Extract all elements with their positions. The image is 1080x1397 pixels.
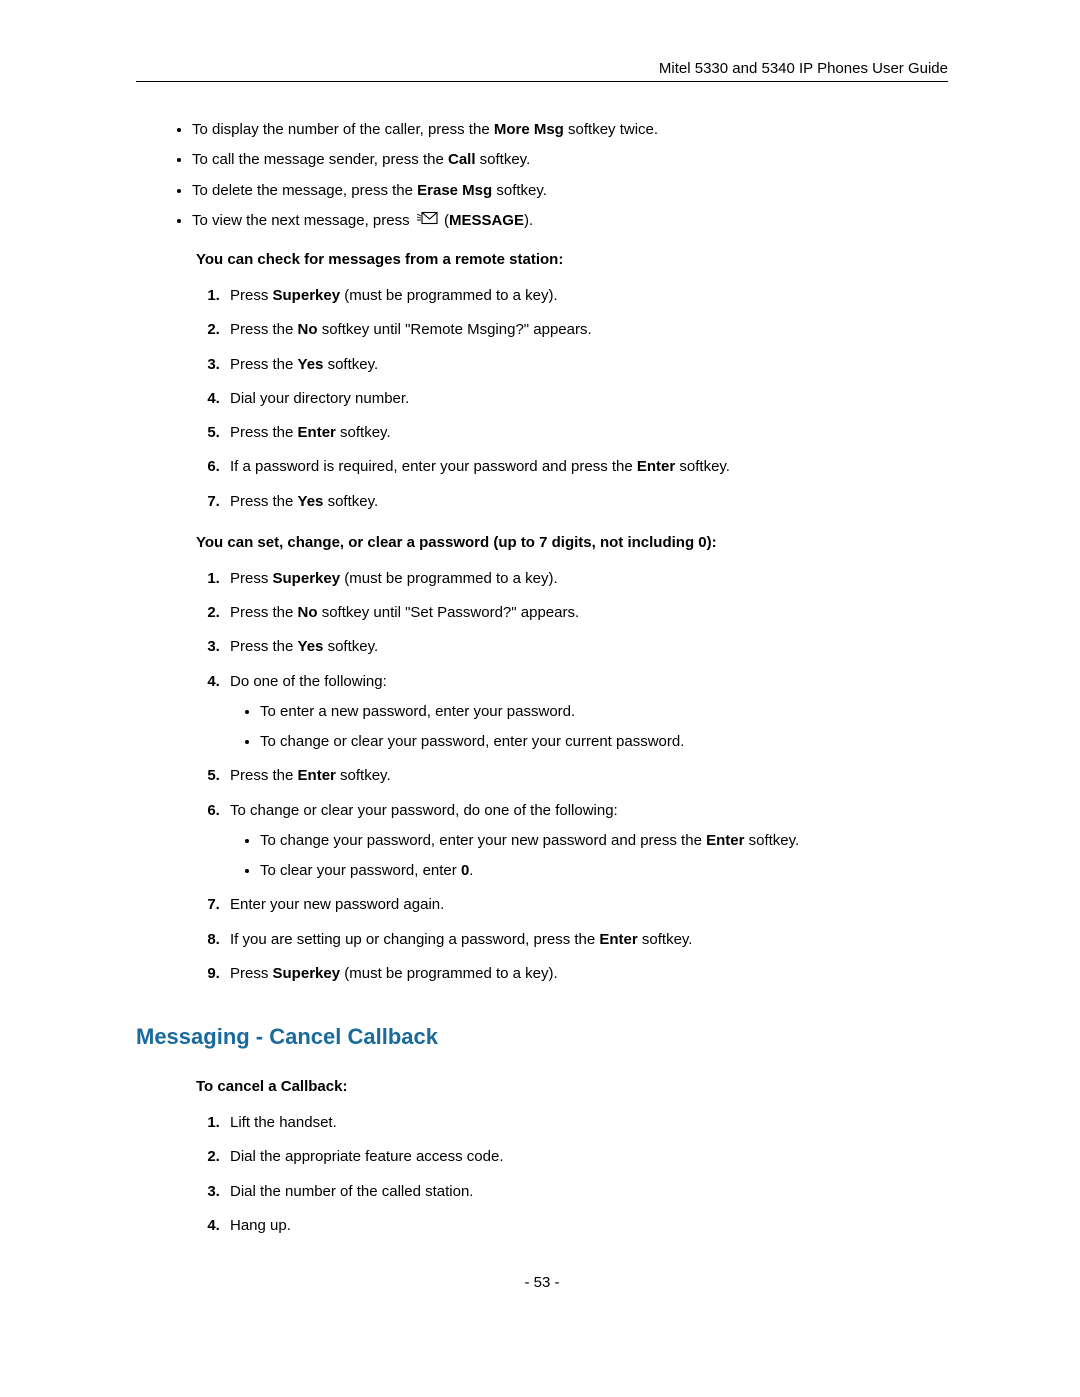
list-item: Press the Enter softkey. [224,423,948,443]
intro-bullets: To display the number of the caller, pre… [136,120,948,231]
list-item: Dial the appropriate feature access code… [224,1147,948,1167]
list-item: If you are setting up or changing a pass… [224,930,948,950]
list-item: To delete the message, press the Erase M… [192,181,948,201]
list-item: Press the No softkey until "Remote Msgin… [224,320,948,340]
header-title: Mitel 5330 and 5340 IP Phones User Guide [136,60,948,77]
list-item: Lift the handset. [224,1113,948,1133]
steps-cancel-callback: Lift the handset. Dial the appropriate f… [196,1113,948,1236]
steps-password: Press Superkey (must be programmed to a … [196,569,948,984]
list-item: Press the No softkey until "Set Password… [224,603,948,623]
list-item: To clear your password, enter 0. [260,861,948,881]
list-item: To view the next message, press (MESSAGE… [192,211,948,231]
list-item: Press the Yes softkey. [224,355,948,375]
page-number: - 53 - [136,1274,948,1291]
list-item: Dial your directory number. [224,389,948,409]
list-item: Press the Yes softkey. [224,492,948,512]
list-item: Do one of the following: To enter a new … [224,672,948,753]
sub-bullets: To change your password, enter your new … [230,831,948,882]
list-item: To display the number of the caller, pre… [192,120,948,140]
list-item: Press the Enter softkey. [224,766,948,786]
page-content: Mitel 5330 and 5340 IP Phones User Guide… [0,0,1080,1331]
list-item: Dial the number of the called station. [224,1182,948,1202]
list-item: To change or clear your password, enter … [260,732,948,752]
list-item: Press Superkey (must be programmed to a … [224,569,948,589]
list-item: If a password is required, enter your pa… [224,457,948,477]
list-item: To enter a new password, enter your pass… [260,702,948,722]
subheading-remote-check: You can check for messages from a remote… [196,251,948,268]
list-item: To change or clear your password, do one… [224,801,948,882]
list-item: To change your password, enter your new … [260,831,948,851]
section-title-cancel-callback: Messaging - Cancel Callback [136,1024,948,1050]
list-item: Hang up. [224,1216,948,1236]
list-item: Enter your new password again. [224,895,948,915]
sub-bullets: To enter a new password, enter your pass… [230,702,948,753]
subheading-cancel-callback: To cancel a Callback: [196,1078,948,1095]
message-icon [416,211,438,231]
list-item: To call the message sender, press the Ca… [192,150,948,170]
list-item: Press the Yes softkey. [224,637,948,657]
steps-remote-check: Press Superkey (must be programmed to a … [196,286,948,512]
list-item: Press Superkey (must be programmed to a … [224,286,948,306]
list-item: Press Superkey (must be programmed to a … [224,964,948,984]
subheading-password: You can set, change, or clear a password… [196,534,948,551]
header-rule [136,81,948,82]
